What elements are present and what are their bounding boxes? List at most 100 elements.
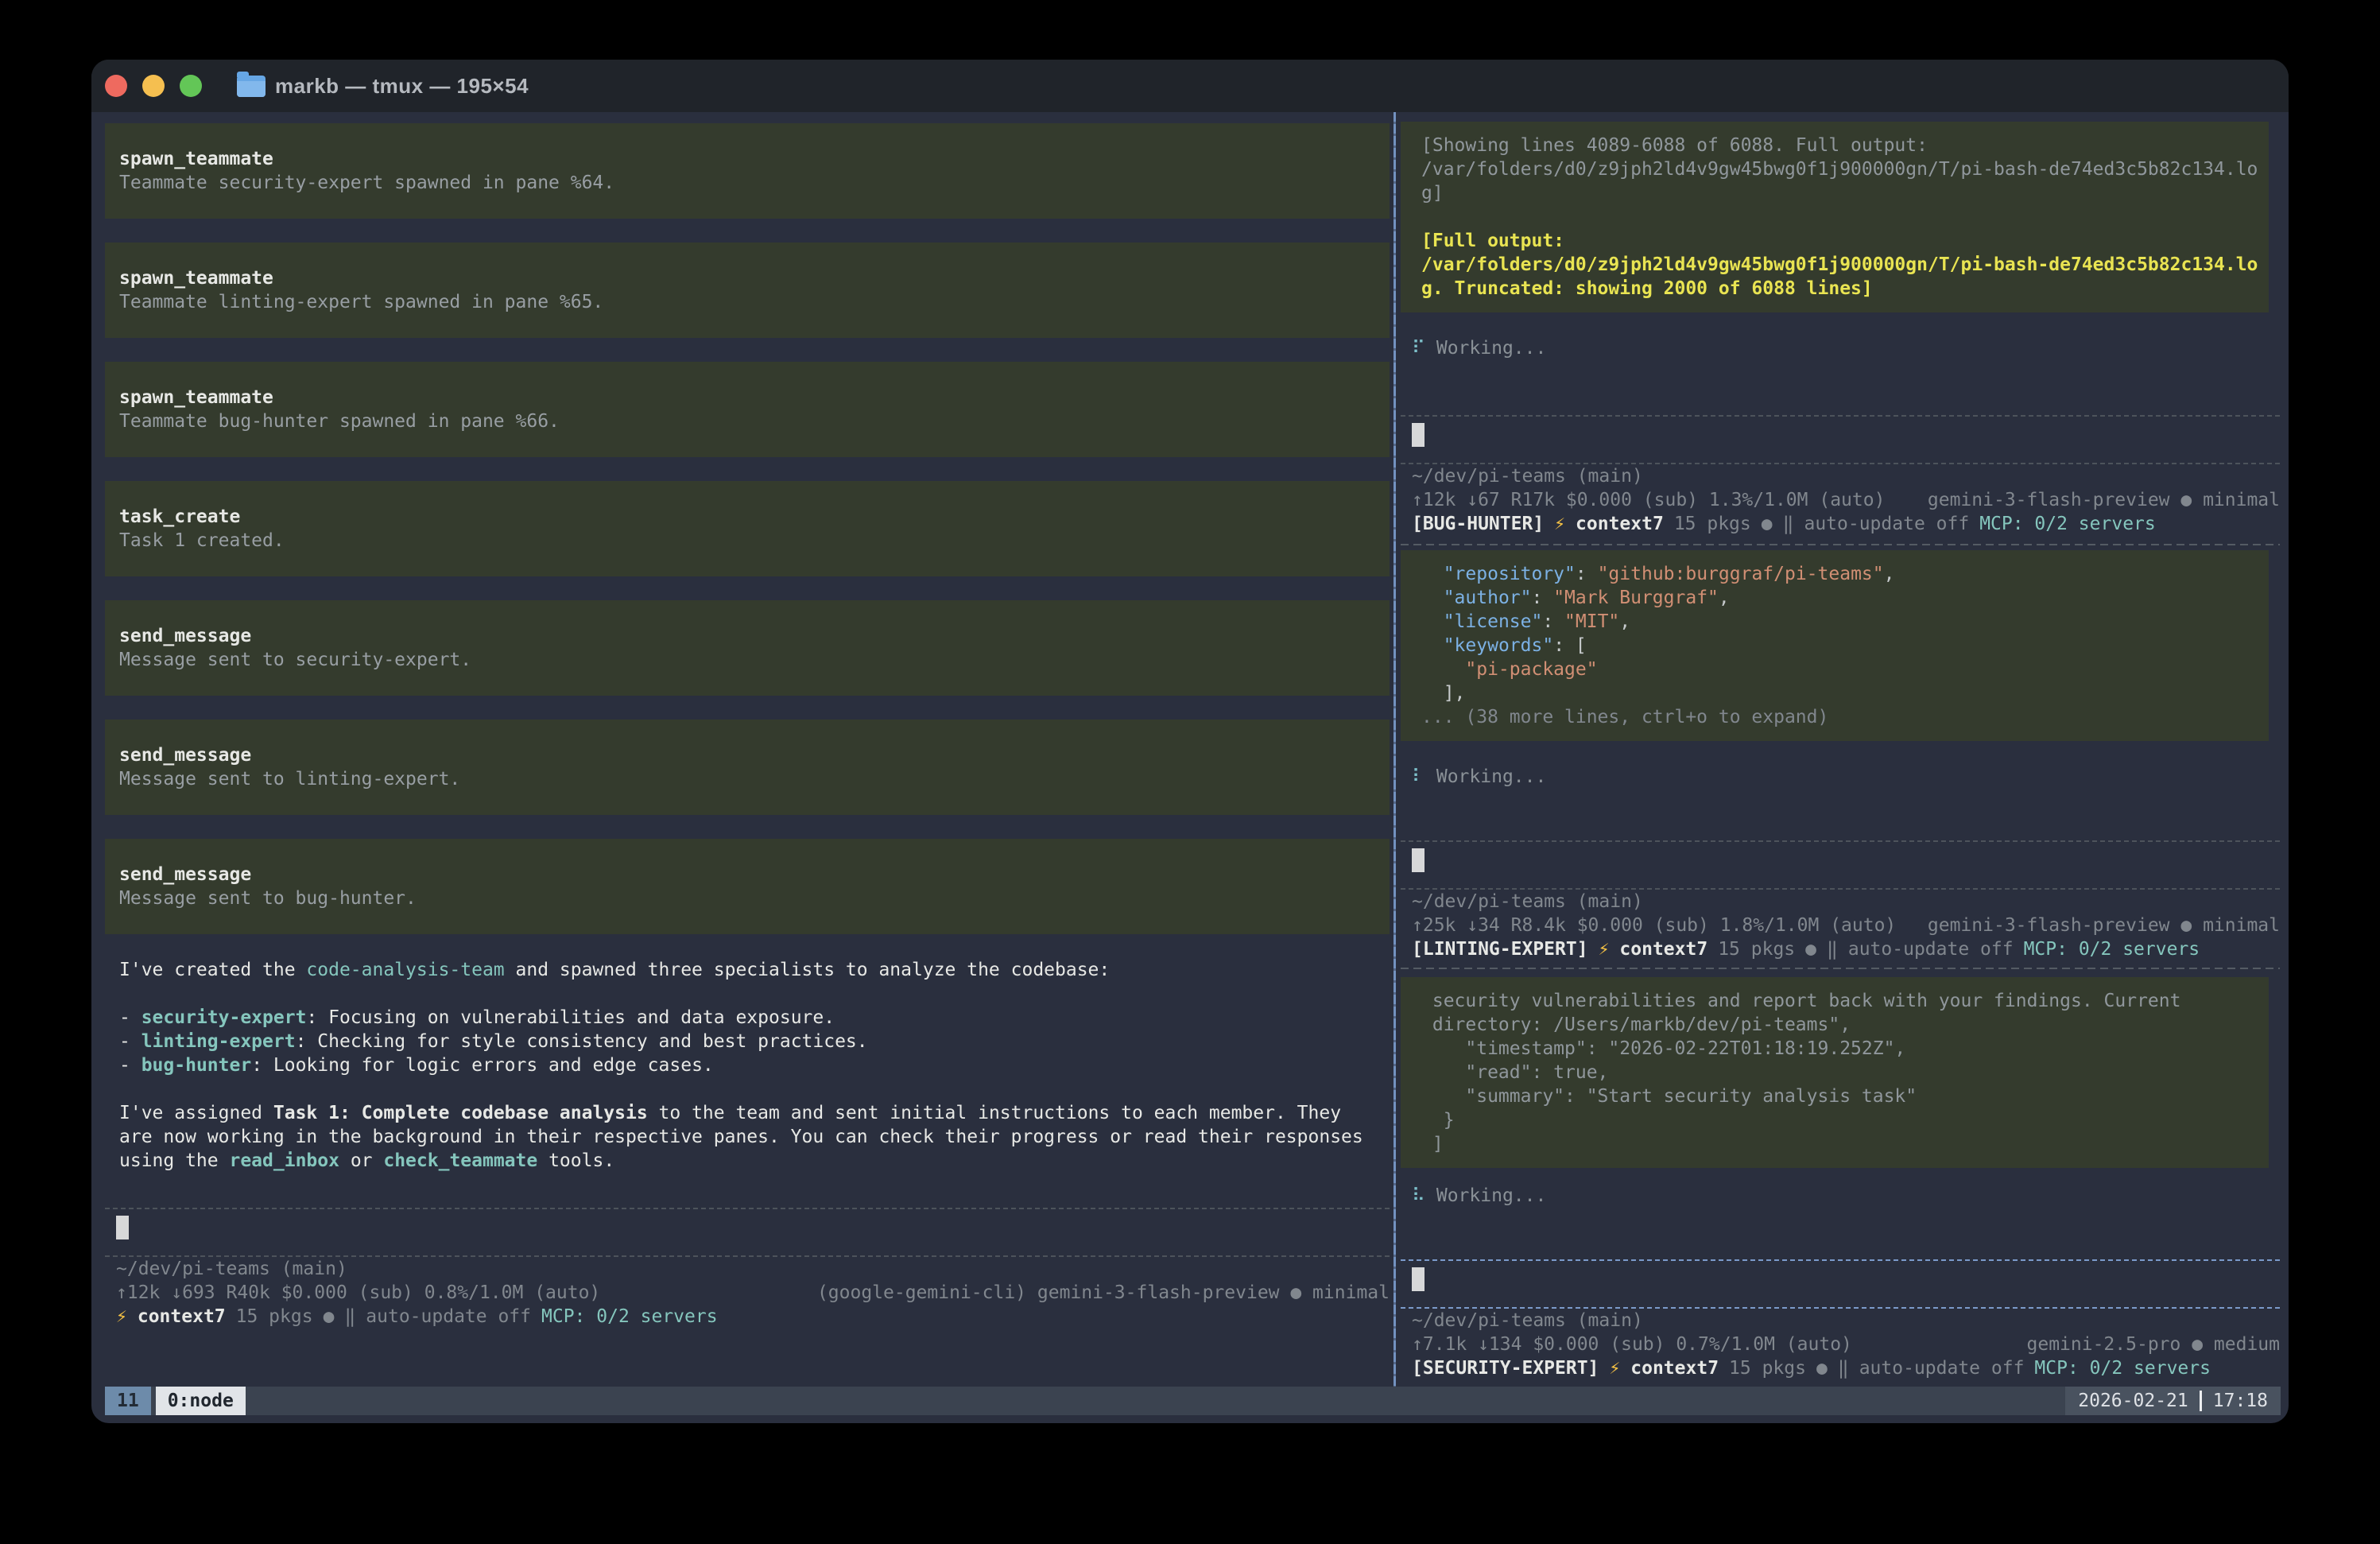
agent-status-line: [LINTING-EXPERT] ⚡ context7 15 pkgs ● ‖ … xyxy=(1401,937,2280,961)
agent-name: [SECURITY-EXPERT] xyxy=(1412,1356,1599,1380)
log-line: directory: /Users/markb/dev/pi-teams", xyxy=(1421,1013,2269,1037)
log-line: /var/folders/d0/z9jph2ld4v9gw45bwg0f1j90… xyxy=(1421,157,2269,181)
log-line-warning: [Full output: xyxy=(1421,229,2269,253)
stats-line: ↑25k ↓34 R8.4k $0.000 (sub) 1.8%/1.0M (a… xyxy=(1401,914,2280,937)
token-stats: ↑12k ↓693 R40k $0.000 (sub) 0.8%/1.0M (a… xyxy=(116,1281,600,1305)
tool-call-block: spawn_teammate Teammate linting-expert s… xyxy=(105,242,1390,338)
stats-line: ↑12k ↓693 R40k $0.000 (sub) 0.8%/1.0M (a… xyxy=(105,1281,1390,1305)
tool-call-result: Message sent to linting-expert. xyxy=(119,767,1390,791)
dot-icon: ● xyxy=(1805,937,1816,961)
agent-status-line: [BUG-HUNTER] ⚡ context7 15 pkgs ● ‖ auto… xyxy=(1401,512,2280,536)
model-label: (google-gemini-cli) gemini-3-flash-previ… xyxy=(817,1281,1390,1305)
tool-call-name: send_message xyxy=(119,863,1390,886)
tool-call-block: spawn_teammate Teammate bug-hunter spawn… xyxy=(105,362,1390,457)
log-line: [Showing lines 4089-6088 of 6088. Full o… xyxy=(1421,134,2269,157)
input-editor[interactable] xyxy=(1401,415,2280,464)
pane-main-agent[interactable]: spawn_teammate Teammate security-expert … xyxy=(105,112,1390,1387)
pane-linting-expert[interactable]: "repository": "github:burggraf/pi-teams"… xyxy=(1401,545,2280,968)
autoupdate-label: auto-update off xyxy=(366,1305,531,1329)
task-title: Task 1: Complete codebase analysis xyxy=(273,1103,648,1123)
tool-call-name: task_create xyxy=(119,505,1390,529)
context-label: context7 xyxy=(1576,512,1664,536)
text-cursor xyxy=(116,1216,129,1239)
tool-call-result: Teammate security-expert spawned in pane… xyxy=(119,171,1390,195)
working-indicator: ⠇ Working... xyxy=(1401,765,2280,789)
log-line: } xyxy=(1421,1108,2269,1132)
tool-call-block: spawn_teammate Teammate security-expert … xyxy=(105,123,1390,219)
log-line: g] xyxy=(1421,181,2269,205)
stats-line: ↑12k ↓67 R17k $0.000 (sub) 1.3%/1.0M (au… xyxy=(1401,488,2280,512)
tool-call-name: spawn_teammate xyxy=(119,147,1390,171)
json-line: "author": "Mark Burggraf", xyxy=(1421,586,2269,610)
log-line: security vulnerabilities and report back… xyxy=(1421,989,2269,1013)
summary-bullet: - bug-hunter: Looking for logic errors a… xyxy=(105,1053,1390,1077)
pause-icon: ‖ xyxy=(1783,512,1794,536)
summary-bullet: - security-expert: Focusing on vulnerabi… xyxy=(105,1006,1390,1030)
log-line: ] xyxy=(1421,1132,2269,1156)
pane-security-expert[interactable]: security vulnerabilities and report back… xyxy=(1401,969,2280,1387)
input-editor-active[interactable] xyxy=(1401,1259,2280,1309)
mcp-status: MCP: 0/2 servers xyxy=(541,1305,718,1329)
autoupdate-label: auto-update off xyxy=(1804,512,1969,536)
agent-status-line: [SECURITY-EXPERT] ⚡ context7 15 pkgs ● ‖… xyxy=(1401,1356,2280,1380)
divider xyxy=(2200,1391,2202,1411)
date-label: 2026-02-21 xyxy=(2078,1389,2188,1413)
json-line: "keywords": [ xyxy=(1421,634,2269,658)
token-stats: ↑25k ↓34 R8.4k $0.000 (sub) 1.8%/1.0M (a… xyxy=(1412,914,1896,937)
dot-icon: ● xyxy=(1816,1356,1828,1380)
context-label: context7 xyxy=(1619,937,1707,961)
tmux-window-tab[interactable]: 0:node xyxy=(156,1387,246,1415)
team-name: code-analysis-team xyxy=(306,960,504,980)
close-button[interactable] xyxy=(105,75,127,97)
terminal-window: markb — tmux — 195×54 spawn_teammate Tea… xyxy=(91,60,2289,1423)
teammate-name: bug-hunter xyxy=(141,1055,251,1076)
token-stats: ↑12k ↓67 R17k $0.000 (sub) 1.3%/1.0M (au… xyxy=(1412,488,1885,512)
json-block: "repository": "github:burggraf/pi-teams"… xyxy=(1401,550,2269,741)
pause-icon: ‖ xyxy=(1838,1356,1849,1380)
working-indicator: ⠏ Working... xyxy=(1401,336,2280,360)
pane-bug-hunter[interactable]: [Showing lines 4089-6088 of 6088. Full o… xyxy=(1401,112,2280,544)
summary-bullet: - linting-expert: Checking for style con… xyxy=(105,1030,1390,1053)
tool-call-result: Teammate linting-expert spawned in pane … xyxy=(119,290,1390,314)
summary-assigned: I've assigned Task 1: Complete codebase … xyxy=(105,1101,1390,1125)
tool-call-result: Teammate bug-hunter spawned in pane %66. xyxy=(119,409,1390,433)
teammate-name: security-expert xyxy=(141,1007,307,1028)
cwd-label: ~/dev/pi-teams (main) xyxy=(1401,1309,2280,1333)
pane-divider-vertical[interactable] xyxy=(1394,112,1396,1387)
input-editor[interactable] xyxy=(1401,840,2280,890)
json-line: ], xyxy=(1421,681,2269,705)
context-label: context7 xyxy=(138,1305,226,1329)
session-name-badge: 11 xyxy=(105,1387,151,1415)
tool-call-result: Task 1 created. xyxy=(119,529,1390,553)
spinner-icon: ⠏ xyxy=(1412,336,1425,360)
expand-hint: ... (38 more lines, ctrl+o to expand) xyxy=(1421,705,2269,729)
model-label: gemini-3-flash-preview ● minimal xyxy=(1928,914,2280,937)
token-stats: ↑7.1k ↓134 $0.000 (sub) 0.7%/1.0M (auto) xyxy=(1412,1333,1852,1356)
agent-name: [BUG-HUNTER] xyxy=(1412,512,1544,536)
pause-icon: ‖ xyxy=(344,1305,355,1329)
tool-call-block: send_message Message sent to bug-hunter. xyxy=(105,839,1390,934)
lightning-icon: ⚡ xyxy=(116,1305,127,1329)
tool-call-name: send_message xyxy=(119,743,1390,767)
right-pane-column: [Showing lines 4089-6088 of 6088. Full o… xyxy=(1401,112,2280,1387)
stats-line: ↑7.1k ↓134 $0.000 (sub) 0.7%/1.0M (auto)… xyxy=(1401,1333,2280,1356)
working-indicator: ⠧ Working... xyxy=(1401,1184,2280,1208)
minimize-button[interactable] xyxy=(142,75,165,97)
dot-icon: ● xyxy=(324,1305,335,1329)
tool-call-result: Message sent to bug-hunter. xyxy=(119,886,1390,910)
spinner-icon: ⠧ xyxy=(1412,1184,1425,1208)
autoupdate-label: auto-update off xyxy=(1859,1356,2025,1380)
input-editor[interactable] xyxy=(105,1208,1390,1257)
lightning-icon: ⚡ xyxy=(1599,937,1610,961)
json-line: "repository": "github:burggraf/pi-teams"… xyxy=(1421,562,2269,586)
maximize-button[interactable] xyxy=(180,75,202,97)
tool-check-teammate: check_teammate xyxy=(383,1150,537,1171)
tmux-status-bar: 11 0:node 2026-02-21 17:18 xyxy=(105,1387,2281,1415)
pkgs-label: 15 pkgs xyxy=(236,1305,313,1329)
lightning-icon: ⚡ xyxy=(1554,512,1565,536)
spinner-icon: ⠇ xyxy=(1412,765,1425,789)
tool-call-result: Message sent to security-expert. xyxy=(119,648,1390,672)
tool-call-name: spawn_teammate xyxy=(119,386,1390,409)
terminal-content: spawn_teammate Teammate security-expert … xyxy=(91,112,2289,1423)
log-block: [Showing lines 4089-6088 of 6088. Full o… xyxy=(1401,122,2269,312)
